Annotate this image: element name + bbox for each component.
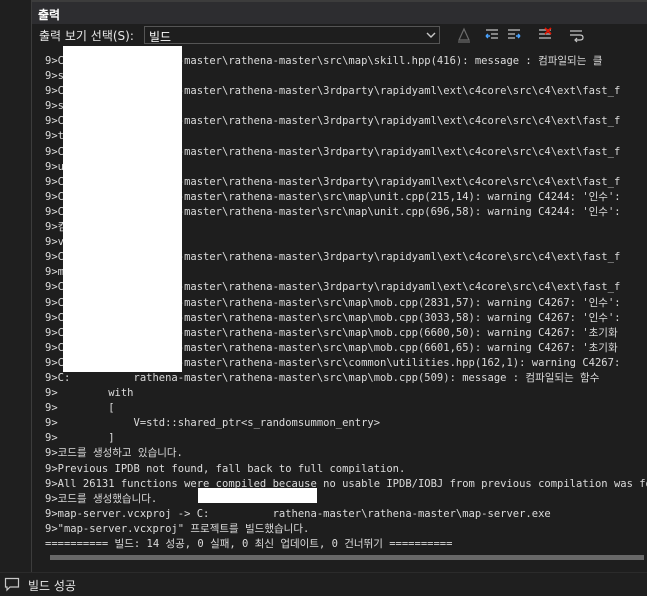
panel-title: 출력 [38, 8, 61, 22]
status-bar: 빌드 성공 [0, 572, 647, 596]
status-text: 빌드 성공 [28, 579, 76, 593]
output-line: 9> V=std::shared_ptr<s_randomsummon_entr… [45, 417, 381, 430]
find-in-output-icon[interactable] [455, 26, 473, 44]
scrollbar-thumb[interactable] [50, 555, 644, 560]
output-window-icon[interactable] [4, 577, 20, 592]
output-line: 9>코드를 생성하고 있습니다. [45, 447, 183, 460]
output-line: ========== 빌드: 14 성공, 0 실패, 0 최신 업데이트, 0… [45, 538, 453, 550]
go-to-previous-message-icon[interactable] [483, 26, 501, 44]
clear-all-icon[interactable] [536, 26, 554, 44]
output-text-area[interactable]: 9>C: rathena-master\rathena-master\src\m… [32, 46, 647, 550]
go-to-next-message-icon[interactable] [505, 26, 523, 44]
source-select-label: 출력 보기 선택(S): [39, 29, 134, 43]
left-tool-strip [0, 0, 31, 572]
output-line: 9>C: rathena-master\rathena-master\src\m… [45, 371, 600, 384]
output-panel: 출력 출력 보기 선택(S): 빌드 9>C: rathena-master\r… [31, 0, 647, 572]
redaction-block [63, 46, 182, 372]
output-line: 9> with [45, 387, 134, 400]
output-line: 9>코드를 생성했습니다. [45, 492, 158, 505]
output-line: 9>"map-server.vcxproj" 프로젝트를 빌드했습니다. [45, 522, 310, 535]
toggle-word-wrap-icon[interactable] [567, 26, 585, 44]
output-toolbar: 출력 보기 선택(S): 빌드 [32, 24, 647, 46]
output-line: 9> [ [45, 402, 115, 415]
output-line: 9>Previous IPDB not found, fall back to … [45, 462, 406, 475]
panel-header: 출력 [32, 0, 647, 24]
output-source-value: 빌드 [149, 30, 172, 44]
output-line: 9>map-server.vcxproj -> C: rathena-maste… [45, 507, 551, 520]
chevron-down-icon [426, 32, 436, 38]
horizontal-scrollbar[interactable] [32, 550, 647, 564]
output-source-dropdown[interactable]: 빌드 [144, 26, 440, 44]
output-line: 9>All 26131 functions were compiled beca… [45, 477, 647, 490]
output-line: 9> ] [45, 432, 115, 445]
scrollbar-track[interactable] [50, 555, 644, 560]
redaction-block [198, 488, 317, 503]
